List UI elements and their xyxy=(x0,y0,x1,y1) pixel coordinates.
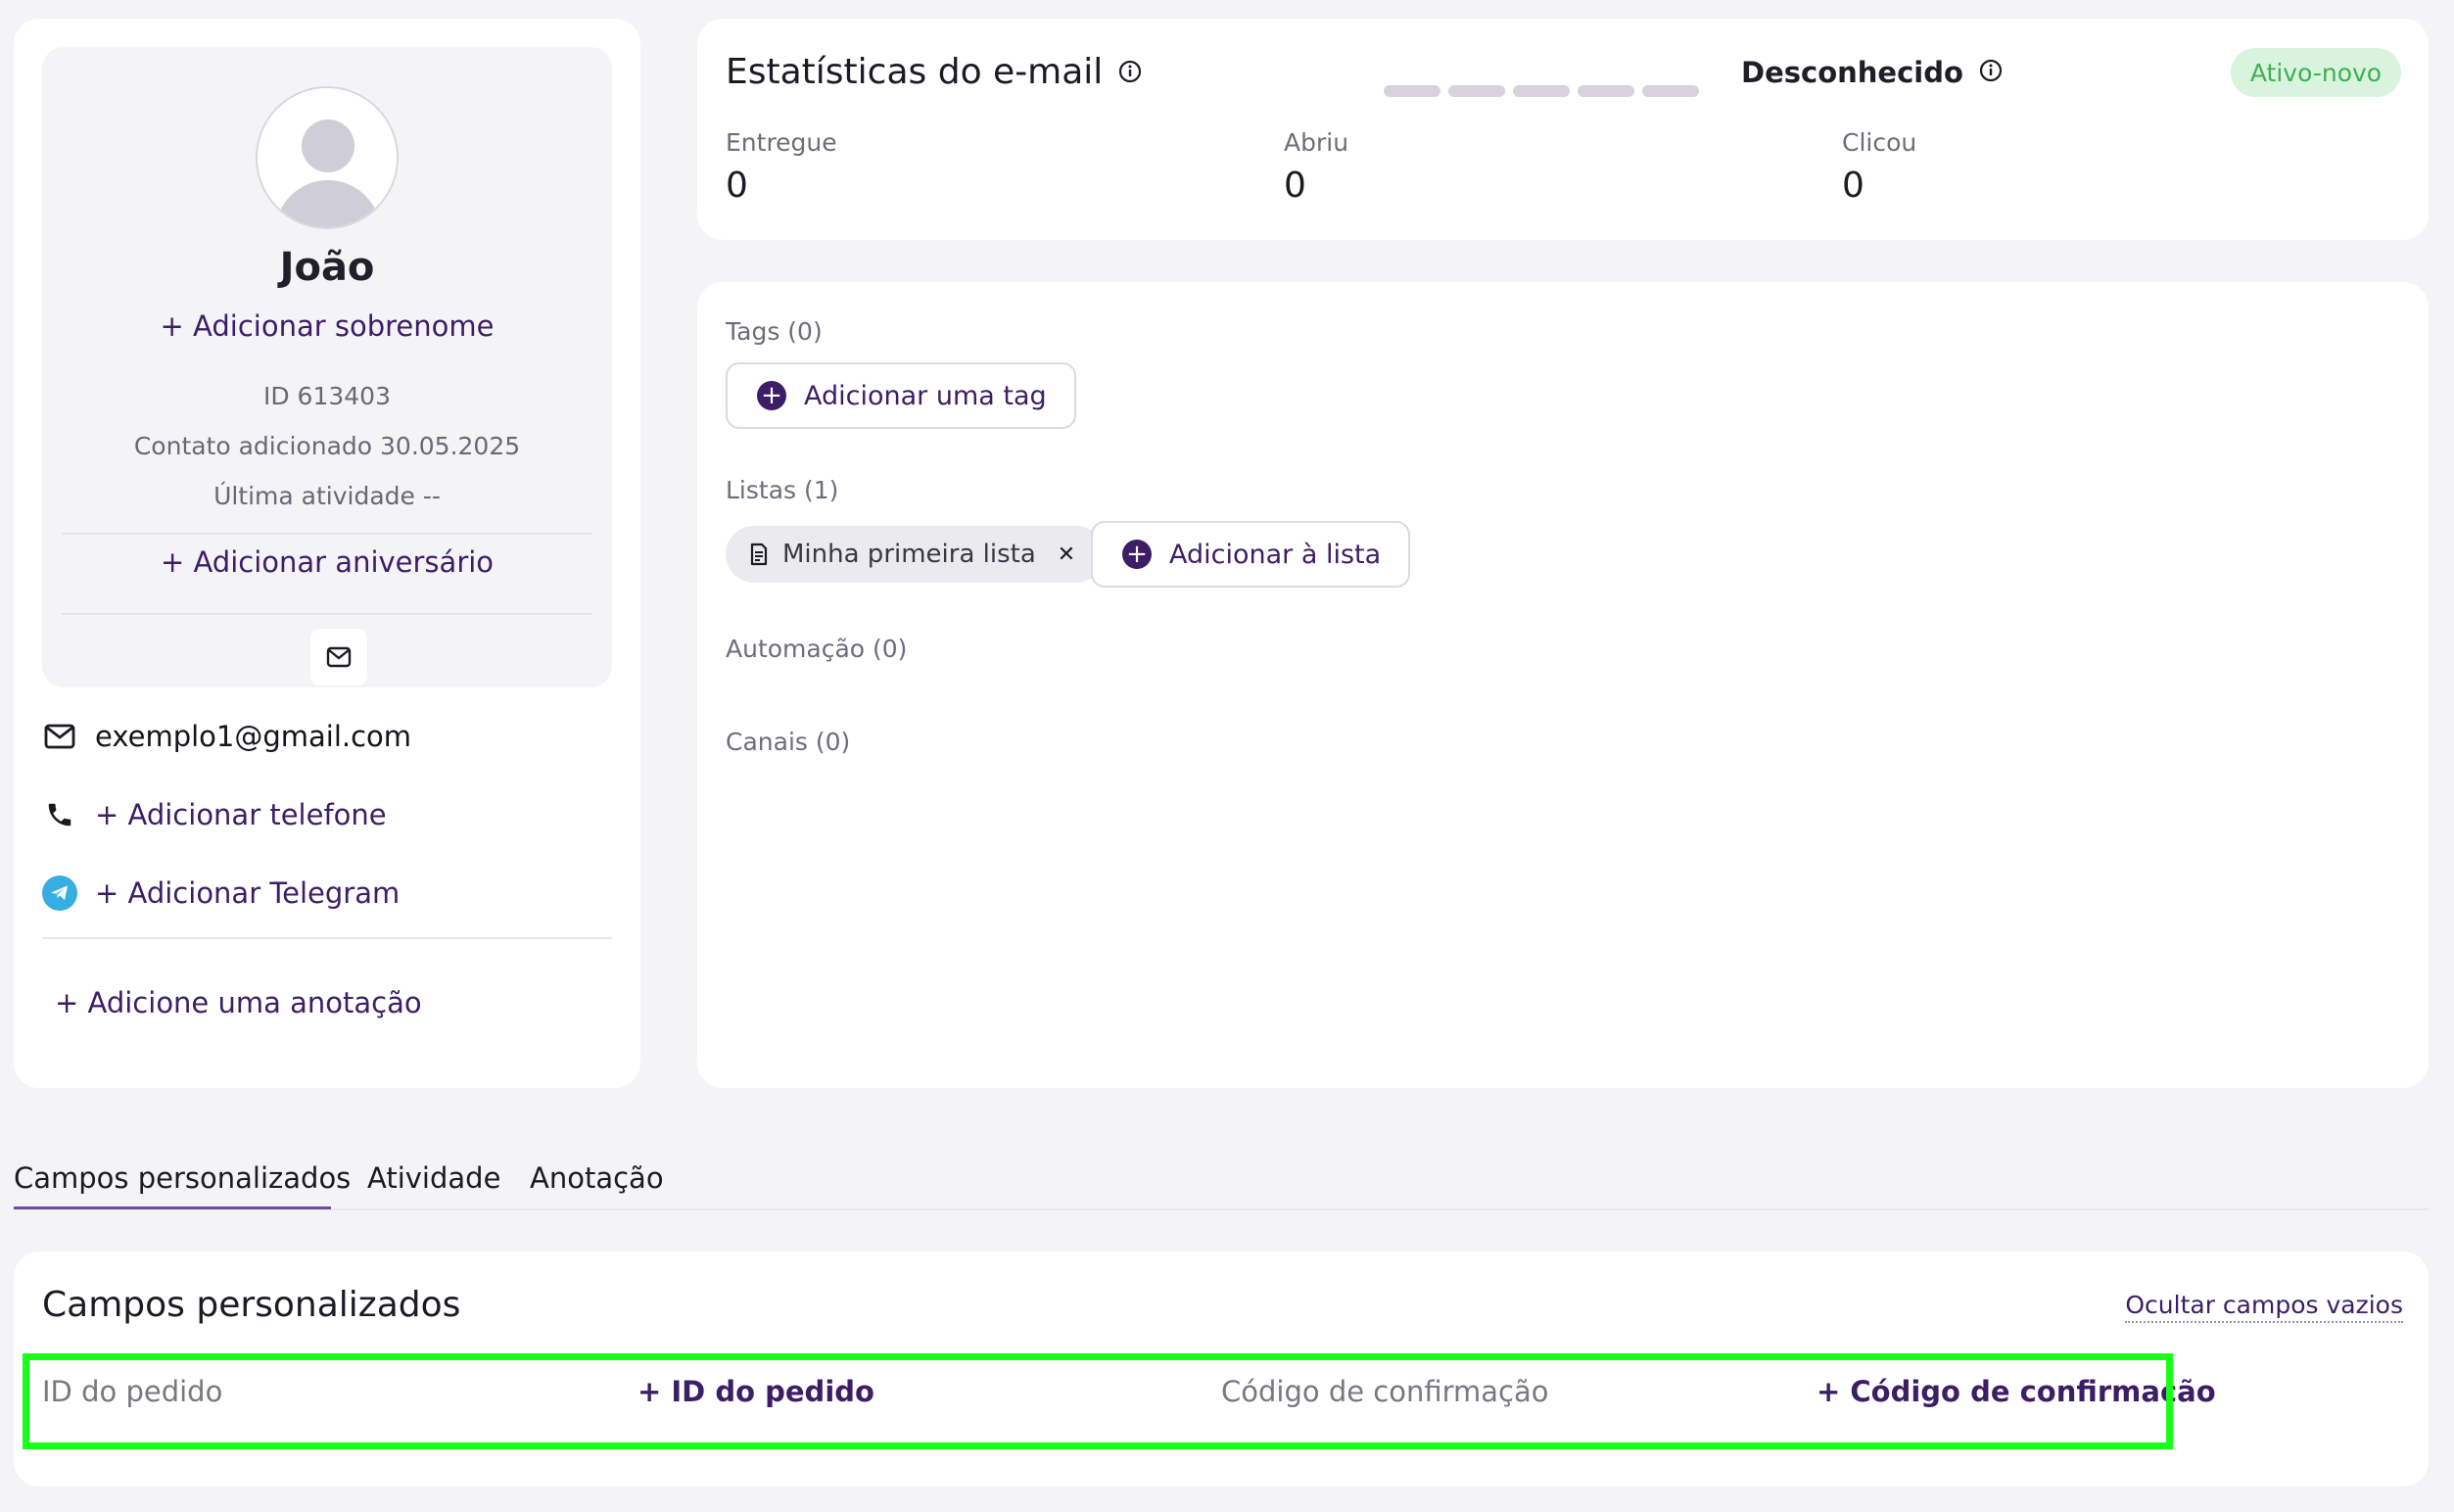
segmentation-card: Tags (0) + Adicionar uma tag Listas (1) … xyxy=(697,282,2429,1088)
avatar xyxy=(256,86,399,229)
divider xyxy=(62,533,592,535)
send-email-button[interactable] xyxy=(310,629,367,685)
email-row[interactable]: exemplo1@gmail.com xyxy=(42,712,610,761)
envelope-icon xyxy=(42,719,77,754)
phone-row[interactable]: + Adicionar telefone xyxy=(42,790,610,839)
stat-delivered-label: Entregue xyxy=(726,128,837,157)
document-icon xyxy=(750,543,768,566)
tags-label: Tags (0) xyxy=(726,317,823,346)
tabs-border xyxy=(14,1208,2429,1210)
stat-clicked-label: Clicou xyxy=(1842,128,1917,157)
loading-placeholder xyxy=(1578,85,1634,97)
field-label-order-id: ID do pedido xyxy=(42,1375,223,1408)
add-tag-label: Adicionar uma tag xyxy=(804,380,1047,411)
contact-name: João xyxy=(279,245,375,290)
add-telegram-link[interactable]: + Adicionar Telegram xyxy=(95,876,400,910)
status-badge: Ativo-novo xyxy=(2231,48,2401,97)
telegram-row[interactable]: + Adicionar Telegram xyxy=(42,869,610,918)
email-value[interactable]: exemplo1@gmail.com xyxy=(95,720,411,753)
add-to-list-label: Adicionar à lista xyxy=(1169,539,1382,570)
phone-icon xyxy=(42,797,77,832)
plus-icon: + xyxy=(1122,540,1152,569)
add-surname-link[interactable]: + Adicionar sobrenome xyxy=(42,309,612,343)
active-tab-indicator xyxy=(14,1206,331,1209)
loading-placeholder xyxy=(1513,85,1570,97)
stat-opened-value: 0 xyxy=(1284,165,1306,206)
loading-placeholder xyxy=(1448,85,1505,97)
stat-delivered-value: 0 xyxy=(726,165,748,206)
add-note-link[interactable]: + Adicione uma anotação xyxy=(55,986,422,1019)
tab-activity[interactable]: Atividade xyxy=(367,1161,500,1195)
custom-fields-card: Campos personalizados Ocultar campos vaz… xyxy=(14,1252,2429,1487)
automation-label: Automação (0) xyxy=(726,635,908,663)
add-order-id-link[interactable]: + ID do pedido xyxy=(637,1375,874,1408)
plus-icon: + xyxy=(757,381,786,410)
list-chip-label: Minha primeira lista xyxy=(782,540,1036,569)
email-stats-title: Estatísticas do e-mail xyxy=(726,52,1142,92)
custom-fields-title: Campos personalizados xyxy=(42,1285,461,1325)
profile-summary: João + Adicionar sobrenome ID 613403 Con… xyxy=(42,47,612,687)
email-stats-card: Estatísticas do e-mail Desconhecido Ativ… xyxy=(697,19,2429,240)
add-to-list-button[interactable]: + Adicionar à lista xyxy=(1091,521,1411,588)
channels-label: Canais (0) xyxy=(726,728,851,756)
info-icon[interactable] xyxy=(1118,52,1142,92)
contact-id: ID 613403 xyxy=(262,382,391,410)
loading-placeholder xyxy=(1642,85,1699,97)
contact-added-date: Contato adicionado 30.05.2025 xyxy=(133,432,521,460)
stat-clicked-value: 0 xyxy=(1842,165,1864,206)
add-phone-link[interactable]: + Adicionar telefone xyxy=(95,798,387,831)
lists-label: Listas (1) xyxy=(726,476,839,504)
loading-placeholder xyxy=(1384,85,1440,97)
stat-opened-label: Abriu xyxy=(1284,128,1349,157)
profile-card: João + Adicionar sobrenome ID 613403 Con… xyxy=(14,19,640,1088)
tab-custom-fields[interactable]: Campos personalizados xyxy=(14,1161,351,1195)
info-icon[interactable] xyxy=(1979,56,2003,89)
deliverability-status-text: Desconhecido xyxy=(1741,56,1963,89)
divider xyxy=(62,613,592,615)
remove-list-icon[interactable]: ✕ xyxy=(1058,543,1075,567)
hide-empty-fields-link[interactable]: Ocultar campos vazios xyxy=(2125,1291,2403,1323)
list-chip[interactable]: Minha primeira lista ✕ xyxy=(726,526,1106,583)
deliverability-status: Desconhecido xyxy=(1741,56,2003,89)
add-confirmation-code-link[interactable]: + Código de confirmação xyxy=(1817,1375,2216,1408)
envelope-icon xyxy=(326,646,352,668)
telegram-icon xyxy=(42,875,77,911)
add-birthday-link[interactable]: + Adicionar aniversário xyxy=(42,545,612,579)
divider xyxy=(42,937,612,939)
field-label-confirmation-code: Código de confirmação xyxy=(1221,1375,1549,1408)
last-activity: Última atividade -- xyxy=(213,482,441,510)
email-stats-title-text: Estatísticas do e-mail xyxy=(726,52,1104,92)
tab-notes[interactable]: Anotação xyxy=(530,1161,664,1195)
add-tag-button[interactable]: + Adicionar uma tag xyxy=(726,362,1076,429)
